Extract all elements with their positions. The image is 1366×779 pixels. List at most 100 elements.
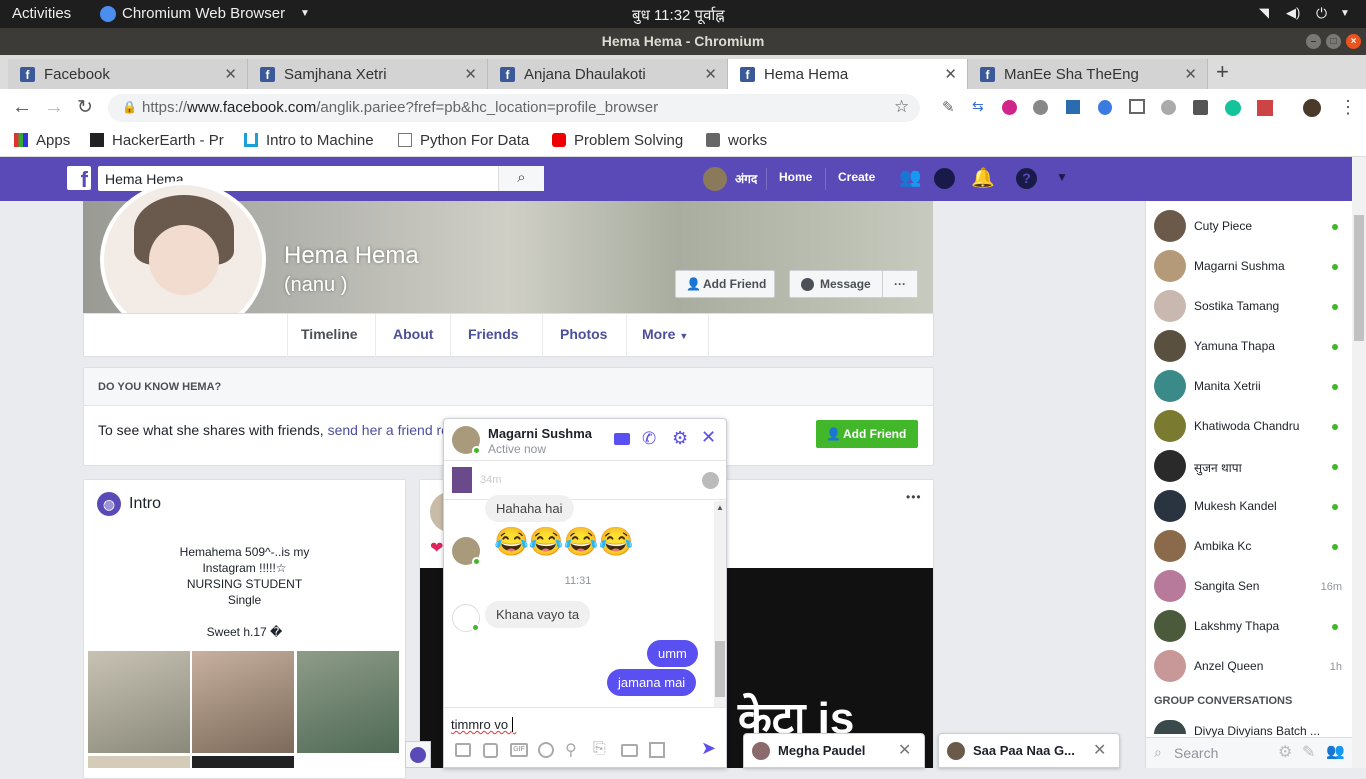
minimized-chat[interactable]: Megha Paudel ✕ — [743, 733, 925, 768]
tab-more[interactable]: More ▼ — [642, 326, 688, 342]
phone-icon[interactable]: ✆ — [642, 429, 656, 449]
forward-icon[interactable]: → — [44, 96, 64, 119]
bookmark-python[interactable]: Python For Data — [398, 132, 529, 149]
create-group-icon[interactable]: 👥 — [1326, 742, 1345, 760]
contact-item[interactable]: Sangita Sen 16m — [1154, 568, 1344, 604]
close-tab-icon[interactable]: ✕ — [464, 65, 477, 83]
facebook-logo-icon[interactable]: f — [67, 166, 91, 192]
menu-icon[interactable]: ⋮ — [1339, 97, 1357, 118]
sidebar-search-input[interactable]: Search — [1174, 745, 1218, 761]
intro-photo[interactable] — [88, 756, 190, 768]
contact-item[interactable]: Anzel Queen 1h — [1154, 648, 1344, 684]
bookmark-problem-solving[interactable]: Problem Solving — [552, 132, 683, 149]
maximize-button[interactable]: □ — [1326, 34, 1341, 49]
address-bar[interactable]: 🔒 https://www.facebook.com/anglik.pariee… — [108, 94, 920, 122]
bookmark-star-icon[interactable]: ☆ — [894, 97, 909, 117]
chat-avatar[interactable] — [452, 426, 481, 455]
contact-item[interactable]: Yamuna Thapa — [1154, 328, 1344, 364]
friend-requests-icon[interactable]: 👥 — [899, 167, 921, 188]
send-friend-request-link[interactable]: send her a friend re — [328, 422, 449, 438]
reload-icon[interactable]: ↻ — [77, 96, 93, 119]
contact-item[interactable]: Ambika Kc — [1154, 528, 1344, 564]
chat-scrollbar[interactable]: ▲ — [714, 501, 726, 707]
gear-extension-icon[interactable] — [1033, 100, 1048, 115]
activities-button[interactable]: Activities — [12, 5, 71, 22]
message-bubble-sent[interactable]: umm — [647, 640, 698, 667]
close-tab-icon[interactable]: ✕ — [944, 65, 957, 83]
tab-photos[interactable]: Photos — [560, 326, 607, 342]
link-icon[interactable]: ⚲ — [565, 740, 577, 760]
contact-item[interactable]: Lakshmy Thapa — [1154, 608, 1344, 644]
intro-photo[interactable] — [192, 756, 294, 768]
help-icon[interactable]: ? — [1016, 168, 1037, 189]
tab-manee[interactable]: f ManEe Sha TheEng ✕ — [968, 59, 1208, 89]
intro-photo[interactable] — [297, 651, 399, 753]
contact-item[interactable]: Mukesh Kandel — [1154, 488, 1344, 524]
contact-item[interactable]: Sostika Tamang — [1154, 288, 1344, 324]
back-icon[interactable]: ← — [12, 96, 32, 119]
chat-previous-message-bar[interactable]: 34m — [444, 460, 726, 500]
message-button[interactable]: Message — [789, 270, 883, 298]
wifi-icon[interactable]: ◥ — [1259, 5, 1269, 21]
close-chat-icon[interactable]: ✕ — [701, 427, 716, 448]
extension-icon[interactable] — [1098, 100, 1112, 115]
post-options-icon[interactable]: ••• — [906, 490, 922, 504]
emoji-icon[interactable] — [538, 742, 554, 758]
message-bubble-received[interactable]: Khana vayo ta — [485, 601, 591, 628]
tab-anjana[interactable]: f Anjana Dhaulakoti ✕ — [488, 59, 728, 89]
settings-gear-icon[interactable]: ⚙ — [1278, 742, 1292, 762]
bookmark-hackerearth[interactable]: HackerEarth - Pr — [90, 132, 224, 149]
emoji-message[interactable]: 😂😂😂😂 — [494, 525, 633, 558]
message-bubble-sent[interactable]: jamana mai — [607, 669, 697, 696]
scrollbar-thumb[interactable] — [1354, 215, 1364, 341]
camera-icon[interactable] — [621, 744, 638, 757]
profile-avatar[interactable] — [1303, 99, 1321, 117]
send-icon[interactable]: ➤ — [701, 738, 716, 759]
search-icon[interactable]: ⌕ — [498, 166, 544, 191]
close-window-button[interactable]: × — [1346, 34, 1361, 49]
clock[interactable]: बुध 11:32 पूर्वाह्न — [632, 5, 725, 25]
arrows-extension-icon[interactable]: ⇆ — [972, 98, 984, 115]
contact-item[interactable]: सुजन थापा — [1154, 448, 1344, 484]
close-chat-icon[interactable]: ✕ — [1093, 740, 1106, 760]
contact-item[interactable]: Magarni Sushma — [1154, 248, 1344, 284]
paperclip-icon[interactable]: ⎘ — [593, 740, 606, 758]
tab-facebook[interactable]: f Facebook ✕ — [8, 59, 248, 89]
new-message-icon[interactable]: ✎ — [1302, 742, 1315, 762]
close-tab-icon[interactable]: ✕ — [704, 65, 717, 83]
home-link[interactable]: Home — [779, 170, 812, 184]
extension-icon[interactable] — [1066, 100, 1080, 114]
bookmark-works[interactable]: works — [706, 132, 767, 149]
account-menu-chevron-icon[interactable]: ▼ — [1056, 170, 1068, 184]
contact-item[interactable]: Manita Xetrii — [1154, 368, 1344, 404]
grammarly-icon[interactable] — [1225, 100, 1241, 116]
intro-photo[interactable] — [88, 651, 190, 753]
gif-icon[interactable]: GIF — [510, 743, 528, 757]
games-grid-icon[interactable] — [649, 742, 665, 758]
sticker-icon[interactable] — [483, 743, 498, 758]
add-friend-button[interactable]: 👤 Add Friend — [675, 270, 775, 298]
tab-samjhana[interactable]: f Samjhana Xetri ✕ — [248, 59, 488, 89]
photo-attach-icon[interactable] — [455, 743, 471, 757]
settings-gear-icon[interactable]: ⚙ — [672, 428, 688, 449]
new-tab-icon[interactable]: + — [1216, 59, 1229, 85]
close-tab-icon[interactable]: ✕ — [224, 65, 237, 83]
intro-photo[interactable] — [192, 651, 294, 753]
minimize-button[interactable]: – — [1306, 34, 1321, 49]
notifications-icon[interactable]: 🔔 — [971, 166, 995, 190]
bookmark-apps[interactable]: Apps — [14, 132, 70, 149]
eyedropper-extension-icon[interactable]: ✎ — [942, 98, 955, 116]
page-scrollbar[interactable] — [1352, 157, 1366, 768]
tab-timeline[interactable]: Timeline — [301, 326, 358, 342]
contact-item[interactable]: Cuty Piece — [1154, 208, 1344, 244]
chat-title[interactable]: Magarni Sushma — [488, 426, 592, 441]
volume-icon[interactable]: ◀) — [1286, 5, 1300, 21]
group-conversation-item[interactable]: Divya Divyians Batch ... — [1194, 724, 1320, 738]
minimized-chat[interactable]: Saa Paa Naa G... ✕ — [938, 733, 1120, 768]
close-tab-icon[interactable]: ✕ — [1184, 65, 1197, 83]
video-call-icon[interactable] — [614, 433, 630, 445]
tab-about[interactable]: About — [393, 326, 433, 342]
create-link[interactable]: Create — [838, 170, 875, 184]
messenger-icon[interactable] — [934, 168, 955, 189]
extension-icon[interactable] — [1193, 100, 1208, 115]
